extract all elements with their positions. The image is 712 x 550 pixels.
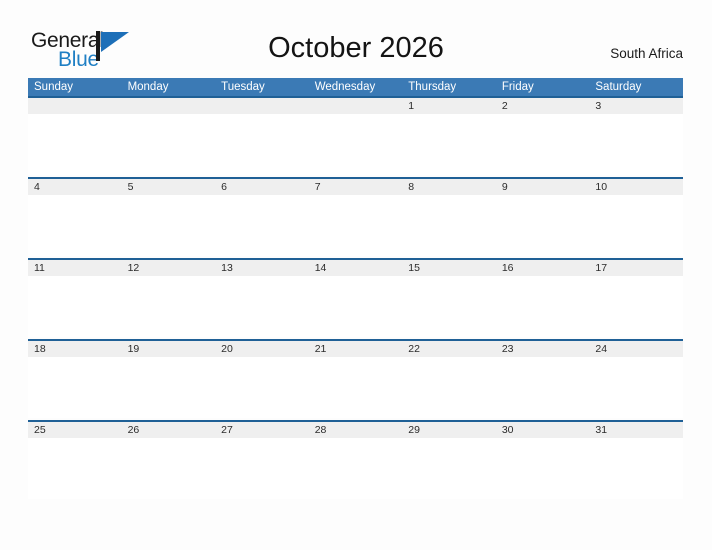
day-cell[interactable]: 16 xyxy=(496,260,590,276)
week-row: 1 2 3 xyxy=(28,96,683,177)
day-cell[interactable]: 30 xyxy=(496,422,590,438)
day-cell[interactable]: 7 xyxy=(309,179,403,195)
week-date-band: 11 12 13 14 15 16 17 xyxy=(28,258,683,276)
day-cell[interactable]: 10 xyxy=(589,179,683,195)
day-cell[interactable]: 22 xyxy=(402,341,496,357)
region-label: South Africa xyxy=(610,46,683,61)
week-event-area[interactable] xyxy=(28,438,683,499)
day-cell[interactable]: 11 xyxy=(28,260,122,276)
calendar-page: General Blue October 2026 South Africa S… xyxy=(0,0,712,550)
day-cell[interactable]: 31 xyxy=(589,422,683,438)
day-cell[interactable]: 8 xyxy=(402,179,496,195)
weekday-header-thursday: Thursday xyxy=(408,81,457,93)
page-header: General Blue October 2026 South Africa xyxy=(0,0,712,78)
week-event-area[interactable] xyxy=(28,276,683,337)
day-cell[interactable]: 3 xyxy=(589,98,683,114)
day-cell[interactable] xyxy=(309,98,403,114)
calendar-grid: Sunday Monday Tuesday Wednesday Thursday… xyxy=(28,78,683,501)
weekday-header-sunday: Sunday xyxy=(34,81,74,93)
week-event-area[interactable] xyxy=(28,195,683,256)
day-cell[interactable]: 2 xyxy=(496,98,590,114)
day-cell[interactable]: 12 xyxy=(122,260,216,276)
week-row: 18 19 20 21 22 23 24 xyxy=(28,339,683,420)
day-cell[interactable]: 15 xyxy=(402,260,496,276)
day-cell[interactable]: 27 xyxy=(215,422,309,438)
day-cell[interactable]: 14 xyxy=(309,260,403,276)
day-cell[interactable]: 17 xyxy=(589,260,683,276)
day-cell[interactable]: 20 xyxy=(215,341,309,357)
week-row: 4 5 6 7 8 9 10 xyxy=(28,177,683,258)
day-cell[interactable]: 25 xyxy=(28,422,122,438)
day-cell[interactable]: 5 xyxy=(122,179,216,195)
day-cell[interactable]: 4 xyxy=(28,179,122,195)
day-cell[interactable]: 23 xyxy=(496,341,590,357)
week-date-band: 1 2 3 xyxy=(28,96,683,114)
week-row: 11 12 13 14 15 16 17 xyxy=(28,258,683,339)
week-date-band: 25 26 27 28 29 30 31 xyxy=(28,420,683,438)
day-cell[interactable]: 18 xyxy=(28,341,122,357)
day-cell[interactable]: 26 xyxy=(122,422,216,438)
day-cell[interactable]: 1 xyxy=(402,98,496,114)
weekday-header-tuesday: Tuesday xyxy=(221,81,265,93)
week-row: 25 26 27 28 29 30 31 xyxy=(28,420,683,501)
week-date-band: 4 5 6 7 8 9 10 xyxy=(28,177,683,195)
day-cell[interactable] xyxy=(122,98,216,114)
day-cell[interactable]: 19 xyxy=(122,341,216,357)
day-cell[interactable]: 21 xyxy=(309,341,403,357)
day-cell[interactable] xyxy=(28,98,122,114)
weekday-header-saturday: Saturday xyxy=(595,81,642,93)
day-cell[interactable]: 28 xyxy=(309,422,403,438)
day-cell[interactable]: 13 xyxy=(215,260,309,276)
day-cell[interactable] xyxy=(215,98,309,114)
week-date-band: 18 19 20 21 22 23 24 xyxy=(28,339,683,357)
day-cell[interactable]: 9 xyxy=(496,179,590,195)
weekday-header-wednesday: Wednesday xyxy=(314,81,376,93)
day-cell[interactable]: 24 xyxy=(589,341,683,357)
weekday-header-monday: Monday xyxy=(127,81,169,93)
week-event-area[interactable] xyxy=(28,357,683,418)
weekday-header-friday: Friday xyxy=(501,81,534,93)
day-cell[interactable]: 29 xyxy=(402,422,496,438)
day-cell[interactable]: 6 xyxy=(215,179,309,195)
page-title: October 2026 xyxy=(268,32,444,64)
week-event-area[interactable] xyxy=(28,114,683,175)
weekday-header-row: Sunday Monday Tuesday Wednesday Thursday… xyxy=(28,78,683,96)
